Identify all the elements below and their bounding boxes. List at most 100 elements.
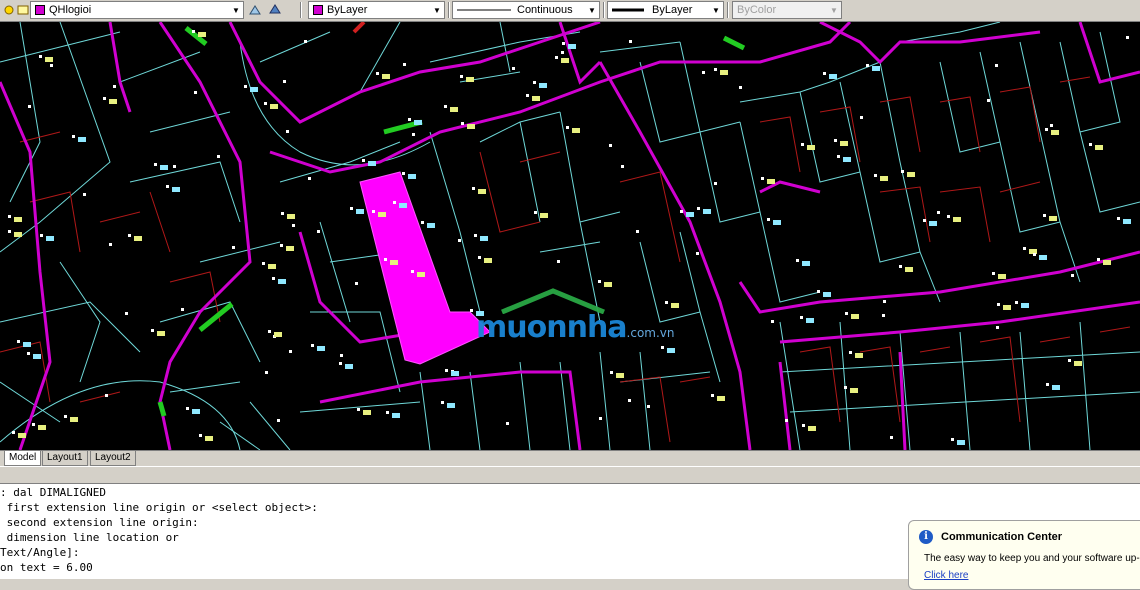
parcel-number-dot	[355, 282, 358, 285]
lineweight-control-dropdown[interactable]: ByLayer ▼	[607, 1, 724, 19]
parcel-number-dot	[598, 280, 601, 283]
parcel-number-dot	[801, 143, 804, 146]
house-marker	[1039, 255, 1047, 260]
house-marker	[1003, 305, 1011, 310]
house-marker	[109, 99, 117, 104]
linetype-sample-icon	[457, 9, 511, 11]
parcel-number-dot	[890, 436, 893, 439]
parcel-number-dot	[304, 40, 307, 43]
house-marker	[1049, 216, 1057, 221]
parcel-number-dot	[599, 417, 602, 420]
communication-center-balloon[interactable]: i Communication Center The easy way to k…	[908, 520, 1140, 590]
house-marker	[929, 221, 937, 226]
lot-lines	[0, 76, 1131, 443]
house-marker	[378, 212, 386, 217]
house-marker	[192, 409, 200, 414]
highlighted-lot[interactable]	[359, 171, 491, 365]
parcel-number-dot	[272, 277, 275, 280]
layer-on-icon[interactable]	[2, 3, 16, 17]
house-marker	[408, 174, 416, 179]
parcel-number-dot	[403, 63, 406, 66]
parcel-number-dot	[1050, 124, 1053, 127]
parcel-number-dot	[1089, 143, 1092, 146]
parcel-number-dot	[834, 139, 837, 142]
house-marker	[807, 145, 815, 150]
parcel-number-dot	[460, 75, 463, 78]
house-marker	[205, 436, 213, 441]
house-marker	[356, 209, 364, 214]
layer-dropdown[interactable]: QHlogioi ▼	[30, 1, 244, 19]
house-marker	[604, 282, 612, 287]
house-marker	[399, 203, 407, 208]
parcel-number-dot	[173, 165, 176, 168]
drawing-canvas[interactable]: muonnha.com.vn	[0, 22, 1140, 450]
parcel-number-dot	[796, 259, 799, 262]
house-marker	[14, 217, 22, 222]
chevron-down-icon: ▼	[588, 5, 596, 15]
house-marker	[1123, 219, 1131, 224]
layout-tabs: Model Layout1 Layout2	[0, 450, 1140, 466]
parcel-number-dot	[386, 411, 389, 414]
parcel-number-dot	[621, 165, 624, 168]
parcel-number-dot	[995, 64, 998, 67]
house-marker	[414, 120, 422, 125]
tab-layout2[interactable]: Layout2	[90, 451, 136, 466]
lineweight-sample-icon	[612, 8, 644, 12]
parcel-number-dot	[340, 354, 343, 357]
house-marker	[907, 172, 915, 177]
parcel-number-dot	[837, 155, 840, 158]
house-marker	[1052, 385, 1060, 390]
chevron-down-icon: ▼	[830, 5, 838, 15]
parcel-number-dot	[555, 56, 558, 59]
house-marker	[70, 417, 78, 422]
make-object-layer-current-icon[interactable]	[248, 3, 262, 17]
house-marker	[671, 303, 679, 308]
parcel-number-dot	[384, 258, 387, 261]
house-marker	[855, 353, 863, 358]
watermark-suffix: .com.vn	[626, 326, 675, 340]
tab-model[interactable]: Model	[4, 451, 42, 466]
linetype-control-dropdown[interactable]: Continuous ▼	[452, 1, 600, 19]
house-marker	[773, 220, 781, 225]
house-marker	[157, 331, 165, 336]
layer-freeze-icon[interactable]	[16, 3, 30, 17]
parcel-number-dot	[244, 85, 247, 88]
parcel-number-dot	[647, 405, 650, 408]
layer-previous-icon[interactable]	[268, 3, 282, 17]
parcel-lines	[0, 22, 1140, 450]
house-marker	[287, 214, 295, 219]
parcel-number-dot	[411, 270, 414, 273]
command-splitter[interactable]	[0, 466, 1140, 484]
house-marker	[568, 44, 576, 49]
house-marker	[850, 388, 858, 393]
parcel-number-dot	[199, 434, 202, 437]
parcel-number-dot	[636, 230, 639, 233]
house-marker	[390, 260, 398, 265]
tab-layout1[interactable]: Layout1	[42, 451, 88, 466]
click-here-link[interactable]: Click here	[924, 570, 968, 581]
parcel-number-dot	[393, 201, 396, 204]
parcel-number-dot	[997, 303, 1000, 306]
parcel-number-dot	[506, 422, 509, 425]
parcel-number-dot	[951, 438, 954, 441]
chevron-down-icon: ▼	[232, 5, 240, 15]
parcel-number-dot	[512, 67, 515, 70]
house-marker	[880, 176, 888, 181]
house-marker	[33, 354, 41, 359]
parcel-number-dot	[901, 170, 904, 173]
house-marker	[160, 165, 168, 170]
house-marker	[478, 189, 486, 194]
parcel-number-dot	[308, 177, 311, 180]
parcel-number-dot	[785, 419, 788, 422]
parcel-number-dot	[217, 155, 220, 158]
color-control-dropdown[interactable]: ByLayer ▼	[308, 1, 445, 19]
parcel-number-dot	[376, 72, 379, 75]
parcel-number-dot	[421, 221, 424, 224]
parcel-number-dot	[866, 64, 869, 67]
house-marker	[823, 292, 831, 297]
parcel-number-dot	[823, 72, 826, 75]
house-marker	[532, 96, 540, 101]
parcel-number-dot	[702, 71, 705, 74]
parcel-number-dot	[194, 91, 197, 94]
parcel-number-dot	[899, 265, 902, 268]
